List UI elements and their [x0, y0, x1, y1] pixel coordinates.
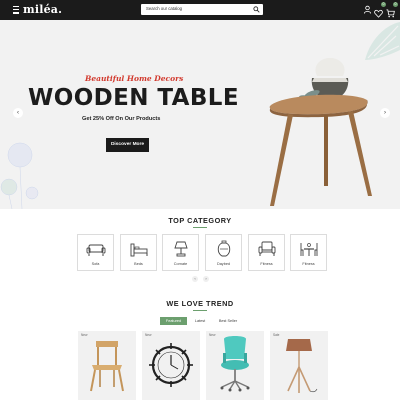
category-prev-arrow[interactable]: ‹: [192, 276, 198, 282]
search-input[interactable]: Search our catalog: [141, 4, 263, 15]
wall-clock-icon: [149, 343, 193, 387]
product-card[interactable]: Sale: [270, 331, 328, 400]
category-label: Beds: [134, 262, 143, 266]
hero-banner: ‹ › Beautiful Home Decors WOODEN TABLE G…: [0, 20, 400, 209]
hero-offer-text: Get 25% Off On Our Products: [82, 116, 161, 122]
cart-icon: [386, 9, 395, 18]
wooden-table-image: [269, 58, 372, 206]
dandelion-decoration: [0, 142, 39, 209]
trend-title: WE LOVE TREND: [166, 299, 234, 308]
wishlist-button[interactable]: 0: [374, 2, 386, 18]
search-placeholder: Search our catalog: [146, 6, 183, 11]
top-header: miléa. Search our catalog 0 0: [0, 0, 400, 20]
category-label: Sofa: [91, 262, 100, 266]
category-label: Cornate: [173, 262, 188, 266]
hero-next-arrow[interactable]: ›: [380, 108, 390, 118]
product-card[interactable]: New: [78, 331, 136, 400]
wooden-chair-icon: [90, 341, 124, 392]
tab-best-seller[interactable]: Best Seller: [214, 317, 242, 325]
heart-icon: [374, 9, 383, 18]
category-cornate[interactable]: Cornate: [162, 234, 199, 271]
office-chair-icon: [220, 336, 250, 392]
category-daybed[interactable]: Daybed: [205, 234, 242, 271]
title-underline: [193, 227, 207, 228]
search-icon[interactable]: [253, 6, 260, 13]
hero-prev-arrow[interactable]: ‹: [13, 108, 23, 118]
user-icon[interactable]: [363, 5, 372, 14]
product-card[interactable]: New: [206, 331, 264, 400]
cart-count-badge: 0: [393, 2, 398, 7]
category-beds[interactable]: Beds: [120, 234, 157, 271]
menu-icon[interactable]: [13, 6, 19, 14]
vase-icon: [217, 240, 231, 257]
category-next-arrow[interactable]: ›: [203, 276, 209, 282]
floor-lamp-icon: [286, 339, 318, 393]
bed-icon: [130, 243, 148, 257]
dining-icon: [300, 243, 318, 256]
hero-title: WOODEN TABLE: [28, 85, 239, 111]
hero-subtitle: Beautiful Home Decors: [85, 74, 184, 83]
armchair-icon: [258, 241, 276, 256]
product-card[interactable]: New: [142, 331, 200, 400]
category-sofa[interactable]: Sofa: [77, 234, 114, 271]
category-label: Fitness: [302, 262, 315, 266]
site-logo[interactable]: miléa.: [23, 3, 62, 16]
title-underline: [193, 310, 207, 311]
category-label: Daybed: [216, 262, 231, 266]
top-category-title: TOP CATEGORY: [168, 216, 232, 225]
discover-more-button[interactable]: Discover More: [106, 138, 149, 152]
category-fitness[interactable]: Fitness: [248, 234, 285, 271]
tab-featured[interactable]: Featured: [160, 317, 187, 325]
tab-latest[interactable]: Latest: [190, 317, 210, 325]
cart-button[interactable]: 0: [386, 2, 398, 18]
sofa-icon: [86, 244, 106, 256]
lamp-icon: [174, 241, 188, 257]
category-fitness-2[interactable]: Fitness: [290, 234, 327, 271]
category-label: Fitness: [260, 262, 273, 266]
